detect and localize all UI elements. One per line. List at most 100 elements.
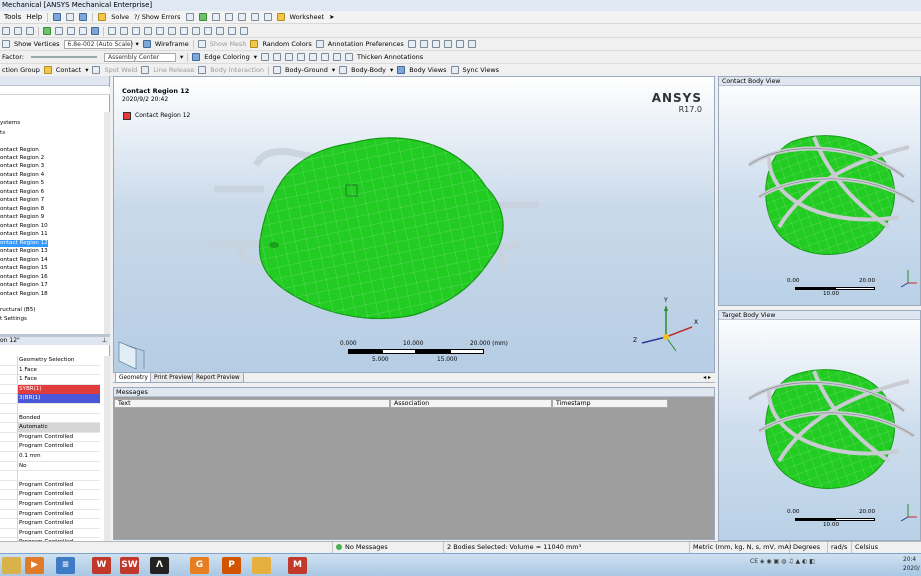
edge-coloring-arrow[interactable]: ▾	[254, 53, 257, 61]
details-row[interactable]: Program Controlled	[0, 528, 100, 539]
body-ground-button[interactable]: Body-Ground	[285, 66, 328, 74]
details-row[interactable]: Program Controlled	[0, 490, 100, 500]
edge-coloring-button[interactable]: Edge Coloring	[204, 53, 249, 61]
details-value[interactable]: 1 Face	[17, 365, 100, 375]
body-views-icon[interactable]	[397, 66, 406, 74]
edge-icon[interactable]	[260, 53, 269, 61]
details-row[interactable]: 1 Face	[0, 375, 100, 385]
random-colors-icon[interactable]	[250, 40, 259, 48]
details-row[interactable]: Automatic	[0, 423, 100, 433]
details-value[interactable]: 1 Face	[17, 375, 100, 385]
thicken-icon[interactable]	[344, 53, 353, 61]
show-mesh-icon[interactable]	[197, 40, 206, 48]
image-icon[interactable]	[211, 13, 220, 21]
previous-view-icon[interactable]	[180, 27, 188, 35]
clock[interactable]: 20:4 2020/	[903, 556, 920, 574]
details-scrollbar[interactable]	[104, 356, 110, 542]
box-zoom-icon[interactable]	[144, 27, 152, 35]
details-row[interactable]: Geometry Selection	[0, 356, 100, 366]
powerpoint-icon[interactable]: P	[222, 557, 241, 574]
explode-icon[interactable]	[455, 40, 464, 48]
outline-scrollbar[interactable]	[104, 112, 110, 334]
graph-icon[interactable]	[224, 13, 233, 21]
units-icon[interactable]	[250, 13, 259, 21]
edge-icon[interactable]	[272, 53, 281, 61]
connection-group-button[interactable]: ction Group	[2, 66, 40, 74]
show-errors-button[interactable]: ?/ Show Errors	[134, 13, 181, 21]
details-row[interactable]: Program Controlled	[0, 432, 100, 443]
face-icon[interactable]	[79, 27, 87, 35]
tree-node[interactable]: ystems	[0, 120, 20, 127]
details-row[interactable]: Program Controlled	[0, 480, 100, 491]
status-celsius[interactable]: Celsius	[851, 542, 921, 553]
pointer-icon[interactable]: ➤	[329, 13, 334, 21]
chrome-icon[interactable]: G	[190, 557, 209, 574]
details-row[interactable]: Program Controlled	[0, 509, 100, 520]
tab-geometry[interactable]: Geometry	[115, 373, 152, 383]
details-value[interactable]: Program Controlled	[17, 528, 100, 538]
body-interaction-button[interactable]: Body Interaction	[210, 66, 264, 74]
edge-icon[interactable]	[320, 53, 329, 61]
tree-item-contact-region[interactable]: ontact Region	[0, 147, 39, 154]
details-row[interactable]: No	[0, 461, 100, 472]
iso-view-icon[interactable]	[204, 27, 212, 35]
solidworks-icon[interactable]: SW	[120, 557, 139, 574]
details-row[interactable]: SYBR(1)	[0, 384, 100, 395]
body-body-icon[interactable]	[339, 66, 348, 74]
details-row[interactable]: Program Controlled	[0, 519, 100, 529]
outline-search-bar[interactable]	[0, 87, 110, 95]
tree-item-contact-region[interactable]: ontact Region 17	[0, 282, 48, 289]
line-release-icon[interactable]	[141, 66, 150, 74]
details-value[interactable]: Program Controlled	[17, 432, 100, 442]
tree-item-contact-region[interactable]: ontact Region 6	[0, 189, 44, 196]
worksheet-icon[interactable]	[276, 13, 285, 21]
details-row[interactable]: 0.1 mm	[0, 452, 100, 462]
spot-weld-icon[interactable]	[92, 66, 101, 74]
sync-views-icon[interactable]	[450, 66, 459, 74]
body-body-button[interactable]: Body-Body	[351, 66, 386, 74]
tree-item-contact-region[interactable]: ontact Region 5	[0, 180, 44, 187]
details-value[interactable]: Program Controlled	[17, 480, 100, 490]
show-mesh-button[interactable]: Show Mesh	[210, 40, 247, 48]
worksheet-button[interactable]: Worksheet	[290, 13, 325, 21]
explode-icon[interactable]	[443, 40, 452, 48]
edge-icon[interactable]	[308, 53, 317, 61]
copy-icon[interactable]	[2, 27, 10, 35]
tab-report-preview[interactable]: Report Preview	[192, 373, 244, 383]
rotate-icon[interactable]	[108, 27, 116, 35]
annotation-preferences-button[interactable]: Annotation Preferences	[328, 40, 404, 48]
explorer-icon[interactable]	[2, 557, 21, 574]
details-value[interactable]	[17, 404, 100, 413]
details-value[interactable]: SYBR(1)	[17, 384, 100, 394]
tree-item-contact-region[interactable]: ontact Region 10	[0, 223, 48, 230]
tree-item-contact-region[interactable]: ontact Region 16	[0, 274, 48, 281]
status-rads[interactable]: rad/s	[827, 542, 851, 553]
new-icon[interactable]	[53, 13, 62, 21]
tree-item-contact-region[interactable]: ontact Region 13	[0, 248, 48, 255]
details-value[interactable]: No	[17, 461, 100, 471]
tree-item-contact-region[interactable]: ontact Region 11	[0, 231, 48, 238]
word-icon[interactable]: W	[92, 557, 111, 574]
system-tray[interactable]: CE ◈ ◉ ▣ ◍ ♫ ▲ ◐ ◧	[750, 558, 900, 573]
edge-icon[interactable]	[332, 53, 341, 61]
tree-item-contact-region[interactable]: ontact Region 12	[0, 240, 48, 247]
model-render[interactable]	[114, 77, 715, 373]
tree-item-contact-region[interactable]: ontact Region 14	[0, 257, 48, 264]
tree-item-contact-region[interactable]: ontact Region 3	[0, 163, 44, 170]
status-units[interactable]: Metric (mm, kg, N, s, mV, mA)	[689, 542, 791, 553]
random-colors-button[interactable]: Random Colors	[262, 40, 311, 48]
assembly-center-arrow[interactable]: ▾	[180, 53, 183, 61]
zoom-fit-icon[interactable]	[156, 27, 164, 35]
details-row[interactable]	[0, 404, 100, 414]
assembly-center-dropdown[interactable]: Assembly Center	[103, 52, 176, 62]
set-iso-icon[interactable]	[216, 27, 224, 35]
check-icon[interactable]	[185, 13, 194, 21]
edge-icon[interactable]	[284, 53, 293, 61]
triad-axes[interactable]	[630, 299, 700, 359]
scale-dropdown[interactable]: 6.8e-002 (Auto Scale)	[63, 39, 133, 49]
details-value[interactable]: Automatic	[17, 423, 100, 433]
details-row[interactable]	[0, 471, 100, 481]
report-icon[interactable]	[237, 13, 246, 21]
column-timestamp[interactable]: Timestamp	[552, 399, 668, 408]
tree-node-analysis[interactable]: t Settings	[0, 316, 27, 323]
